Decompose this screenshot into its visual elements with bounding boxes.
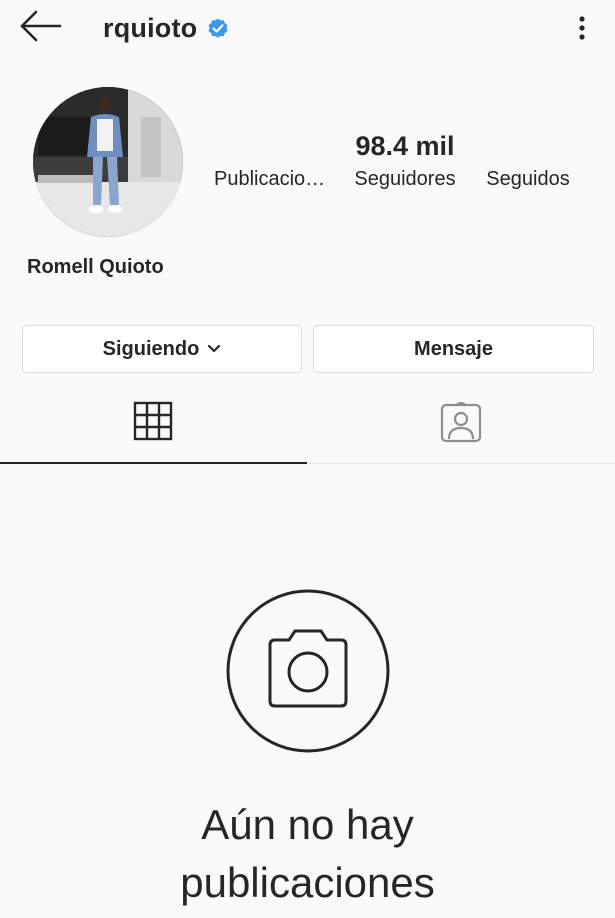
message-button[interactable]: Mensaje — [313, 325, 594, 373]
stat-following-label: Seguidos — [486, 168, 570, 190]
grid-icon — [133, 401, 173, 441]
profile-full-name: Romell Quioto — [27, 256, 164, 278]
profile-username: rquioto — [103, 12, 198, 43]
empty-state-line2: publicaciones — [180, 859, 435, 906]
profile-tabs — [0, 393, 615, 464]
stat-following[interactable]: Seguidos — [467, 128, 589, 191]
following-button-label: Siguiendo — [102, 337, 200, 360]
stat-posts-label: Publicaciones — [214, 168, 336, 190]
stat-posts-value — [214, 128, 336, 164]
message-button-label: Mensaje — [414, 337, 493, 360]
tab-posts-grid[interactable] — [0, 393, 307, 464]
stat-followers-value: 98.4 mil — [355, 131, 455, 161]
following-button[interactable]: Siguiendo — [22, 325, 302, 373]
stat-followers[interactable]: 98.4 mil Seguidores — [344, 128, 466, 191]
arrow-left-icon[interactable] — [16, 6, 64, 46]
tagged-person-icon — [440, 402, 482, 443]
profile-header: rquioto — [0, 0, 615, 56]
verified-badge-icon — [208, 18, 228, 38]
stat-posts[interactable]: Publicaciones — [214, 128, 336, 191]
camera-icon — [226, 589, 390, 753]
avatar-photo — [33, 87, 183, 237]
stat-followers-label: Seguidores — [354, 168, 456, 190]
stat-following-value — [467, 128, 589, 164]
more-vertical-icon[interactable] — [570, 8, 594, 48]
chevron-down-icon — [208, 344, 221, 353]
tab-tagged[interactable] — [307, 393, 615, 462]
empty-state-message: Aún no hay publicaciones — [0, 796, 615, 912]
empty-state-line1: Aún no hay — [201, 801, 414, 848]
profile-avatar[interactable] — [33, 87, 183, 237]
username-row: rquioto — [103, 10, 230, 46]
profile-stats: Publicaciones 98.4 mil Seguidores Seguid… — [214, 128, 584, 208]
